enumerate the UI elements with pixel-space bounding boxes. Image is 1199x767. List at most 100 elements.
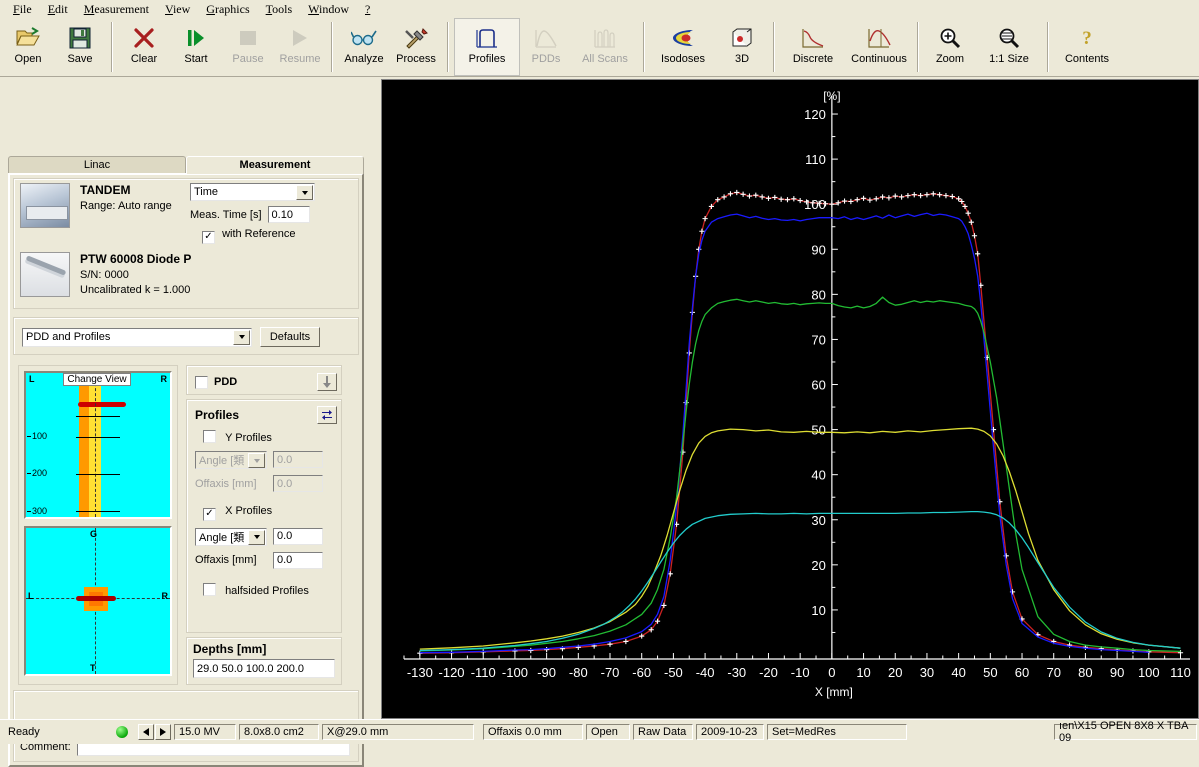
profile-chart[interactable]: -130-120-110-100-90-80-70-60-50-40-30-20… bbox=[381, 79, 1199, 719]
x-tick-label: -70 bbox=[601, 665, 620, 680]
swap-arrows-icon[interactable] bbox=[317, 406, 337, 424]
toolbar-button-clear[interactable]: Clear bbox=[118, 18, 170, 76]
x-tick-label: 50 bbox=[983, 665, 997, 680]
tab-measurement[interactable]: Measurement bbox=[186, 156, 364, 174]
menu-item-edit[interactable]: Edit bbox=[41, 0, 75, 19]
x-tick-label: -10 bbox=[791, 665, 810, 680]
y-offaxis-label: Offaxis [mm] bbox=[195, 478, 267, 490]
toolbar-button-label: Profiles bbox=[469, 53, 506, 65]
depths-input[interactable]: 29.0 50.0 100.0 200.0 bbox=[193, 659, 335, 678]
x-profiles-checkbox[interactable]: ✓ bbox=[203, 508, 216, 521]
defaults-button-label: Defaults bbox=[270, 331, 310, 343]
toolbar-group-5: DiscreteContinuous bbox=[780, 18, 912, 76]
depth-tick-100: 100 bbox=[32, 431, 47, 441]
status-cell-3: Offaxis 0.0 mm bbox=[483, 724, 583, 740]
chevron-down-icon[interactable] bbox=[248, 530, 265, 545]
bev-gun-marker: G bbox=[90, 529, 97, 539]
chevron-down-icon bbox=[248, 453, 265, 468]
floppy-disk-icon bbox=[69, 25, 91, 51]
electrometer-range-value: Auto range bbox=[118, 200, 172, 212]
x-tick-label: 80 bbox=[1078, 665, 1092, 680]
toolbar-button-label: Process bbox=[396, 53, 436, 65]
depth-view-panel[interactable]: L R 100 200 300 bbox=[24, 371, 172, 519]
menu-item-view[interactable]: View bbox=[158, 0, 197, 19]
menu-item-tools[interactable]: Tools bbox=[259, 0, 300, 19]
status-next-button[interactable] bbox=[155, 724, 171, 740]
x-tick-label: 10 bbox=[856, 665, 870, 680]
y-tick-label: 110 bbox=[805, 152, 826, 167]
toolbar-button-zoom[interactable]: Zoom bbox=[924, 18, 976, 76]
meas-time-label: Meas. Time [s] bbox=[190, 209, 262, 221]
profile-chart-svg: -130-120-110-100-90-80-70-60-50-40-30-20… bbox=[382, 80, 1198, 718]
toolbar: OpenSaveClearStartPauseResumeAnalyzeProc… bbox=[0, 18, 1199, 77]
scan-type-select[interactable]: PDD and Profiles bbox=[22, 328, 252, 347]
detector-calibration: Uncalibrated k = 1.000 bbox=[80, 284, 191, 296]
toolbar-button-resume: Resume bbox=[274, 18, 326, 76]
depths-value: 29.0 50.0 100.0 200.0 bbox=[197, 663, 304, 675]
toolbar-button-process[interactable]: Process bbox=[390, 18, 442, 76]
pdd-checkbox[interactable] bbox=[195, 376, 208, 389]
x-angle-select[interactable]: Angle [類 bbox=[195, 528, 267, 546]
menu-item-graphics[interactable]: Graphics bbox=[199, 0, 256, 19]
y-angle-input-value: 0.0 bbox=[277, 454, 292, 466]
x-tick-label: 100 bbox=[1138, 665, 1160, 680]
toolbar-button-label: Resume bbox=[280, 53, 321, 65]
toolbar-button-start[interactable]: Start bbox=[170, 18, 222, 76]
menu-item-file[interactable]: File bbox=[6, 0, 39, 19]
y-tick-label: 120 bbox=[804, 107, 826, 122]
red-x-icon bbox=[133, 25, 155, 51]
toolbar-button-continuous[interactable]: Continuous bbox=[846, 18, 912, 76]
menu-item-[interactable]: ? bbox=[358, 0, 377, 19]
x-tick-label: 40 bbox=[951, 665, 965, 680]
tab-linac[interactable]: Linac bbox=[8, 156, 186, 174]
toolbar-group-2: Analyze Process bbox=[338, 18, 442, 76]
view-group: L R 100 200 300 G T bbox=[18, 365, 178, 685]
chevron-down-icon[interactable] bbox=[296, 185, 313, 200]
defaults-button[interactable]: Defaults bbox=[260, 327, 320, 347]
beams-eye-view-panel[interactable]: G T L R bbox=[24, 526, 172, 676]
toolbar-button-save[interactable]: Save bbox=[54, 18, 106, 76]
menu-item-window[interactable]: Window bbox=[301, 0, 356, 19]
menu-bar: FileEditMeasurementViewGraphicsToolsWind… bbox=[0, 0, 1199, 18]
toolbar-button-label: PDDs bbox=[532, 53, 561, 65]
toolbar-button-discrete[interactable]: Discrete bbox=[780, 18, 846, 76]
measurement-mode-select[interactable]: Time bbox=[190, 183, 315, 201]
toolbar-button-label: Start bbox=[184, 53, 207, 65]
toolbar-separator bbox=[111, 22, 113, 72]
toolbar-button-3d[interactable]: 3D bbox=[716, 18, 768, 76]
status-bar: Ready15.0 MV8.0x8.0 cm2X@29.0 mmOffaxis … bbox=[0, 719, 1199, 744]
x-tick-label: 110 bbox=[1170, 665, 1191, 680]
x-tick-label: -60 bbox=[632, 665, 651, 680]
x-tick-label: -100 bbox=[502, 665, 528, 680]
menu-item-measurement[interactable]: Measurement bbox=[77, 0, 156, 19]
toolbar-button-profiles[interactable]: Profiles bbox=[454, 18, 520, 76]
series-markers-0 bbox=[417, 190, 1183, 656]
toolbar-button-1-1-size[interactable]: 1:1 Size bbox=[976, 18, 1042, 76]
toolbar-button-analyze[interactable]: Analyze bbox=[338, 18, 390, 76]
y-profiles-checkbox[interactable] bbox=[203, 430, 216, 443]
toolbar-button-label: Open bbox=[15, 53, 42, 65]
with-reference-checkbox[interactable]: ✓ bbox=[202, 231, 215, 244]
change-view-button[interactable]: Change View bbox=[63, 373, 131, 386]
meas-time-value: 0.10 bbox=[272, 209, 293, 221]
main-area: LinacMeasurement TANDEM Range: Auto rang… bbox=[0, 77, 1199, 725]
chevron-down-icon[interactable] bbox=[233, 330, 250, 345]
isodoses-icon bbox=[671, 25, 695, 51]
depth-view-left-marker: L bbox=[29, 374, 35, 384]
y-tick-label: 30 bbox=[811, 513, 825, 528]
toolbar-group-0: Open Save bbox=[2, 18, 106, 76]
glasses-icon bbox=[351, 25, 377, 51]
continuous-curve-icon bbox=[867, 25, 891, 51]
meas-time-input[interactable]: 0.10 bbox=[268, 206, 310, 223]
profiles-group: Profiles Y Profiles Angle [類 0.0 Off bbox=[186, 399, 342, 633]
toolbar-group-6: Zoom1:1 Size bbox=[924, 18, 1042, 76]
x-angle-input[interactable]: 0.0 bbox=[273, 528, 323, 545]
halfsided-profiles-checkbox[interactable] bbox=[203, 583, 216, 596]
toolbar-separator bbox=[1047, 22, 1049, 72]
x-offaxis-input[interactable]: 0.0 bbox=[273, 552, 323, 569]
toolbar-button-isodoses[interactable]: Isodoses bbox=[650, 18, 716, 76]
status-prev-button[interactable] bbox=[138, 724, 154, 740]
pdd-down-arrow-icon[interactable] bbox=[317, 373, 337, 391]
toolbar-button-contents[interactable]: ?Contents bbox=[1054, 18, 1120, 76]
toolbar-button-open[interactable]: Open bbox=[2, 18, 54, 76]
